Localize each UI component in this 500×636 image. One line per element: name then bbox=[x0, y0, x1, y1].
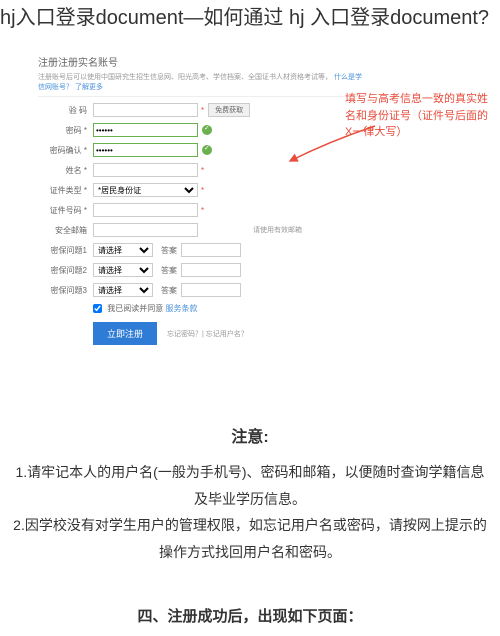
required-icon: * bbox=[201, 106, 204, 115]
verify-label: 验 码 bbox=[38, 105, 93, 116]
subtitle-link-2[interactable]: 了解更多 bbox=[75, 84, 103, 91]
idtype-label: 证件类型 * bbox=[38, 185, 93, 196]
form-card-title: 注册注册实名账号 bbox=[38, 54, 362, 72]
password-row: 密码 * bbox=[38, 123, 362, 137]
answer2-label: 答案 bbox=[161, 265, 177, 276]
answer2-input[interactable] bbox=[181, 263, 241, 277]
name-input[interactable] bbox=[93, 163, 198, 177]
agree-row: 我已阅读并同意 服务条款 bbox=[93, 303, 362, 314]
submit-row: 立即注册 忘记密码？| 忘记用户名？ bbox=[93, 322, 362, 345]
email-label: 安全邮箱 bbox=[38, 225, 93, 236]
notice-item-2: 2.因学校没有对学生用户的管理权限，如忘记用户名或密码，请按网上提示的操作方式找… bbox=[10, 512, 490, 565]
answer1-input[interactable] bbox=[181, 243, 241, 257]
sec3-label: 密保问题3 bbox=[38, 285, 93, 296]
answer3-label: 答案 bbox=[161, 285, 177, 296]
idnum-label: 证件号码 * bbox=[38, 205, 93, 216]
required-icon: * bbox=[201, 206, 204, 215]
required-icon: * bbox=[201, 186, 204, 195]
notice-section: 注意: 1.请牢记本人的用户名(一般为手机号)、密码和邮箱，以便随时查询学籍信息… bbox=[0, 423, 500, 565]
sec2-select[interactable]: 请选择 bbox=[93, 263, 153, 277]
idnum-row: 证件号码 * * bbox=[38, 203, 362, 217]
registration-form: 注册注册实名账号 注册账号后可以使用中国研究生招生信息网、阳光高考、学信档案、全… bbox=[30, 46, 370, 353]
answer1-label: 答案 bbox=[161, 245, 177, 256]
page-title: hj入口登录document—如何通过 hj 入口登录document? bbox=[0, 0, 500, 36]
password-input[interactable] bbox=[93, 123, 198, 137]
sec2-row: 密保问题2 请选择 答案 bbox=[38, 263, 362, 277]
subtitle-text: 注册账号后可以使用中国研究生招生信息网、阳光高考、学信档案、全国证书人材资格考试… bbox=[38, 74, 332, 81]
form-card-subtitle: 注册账号后可以使用中国研究生招生信息网、阳光高考、学信档案、全国证书人材资格考试… bbox=[38, 72, 362, 97]
confirm-input[interactable] bbox=[93, 143, 198, 157]
sec1-label: 密保问题1 bbox=[38, 245, 93, 256]
sec3-row: 密保问题3 请选择 答案 bbox=[38, 283, 362, 297]
check-icon bbox=[202, 145, 212, 155]
agree-text: 我已阅读并同意 bbox=[107, 304, 163, 313]
sec3-select[interactable]: 请选择 bbox=[93, 283, 153, 297]
answer3-input[interactable] bbox=[181, 283, 241, 297]
confirm-row: 密码确认 * bbox=[38, 143, 362, 157]
notice-item-1: 1.请牢记本人的用户名(一般为手机号)、密码和邮箱，以便随时查询学籍信息及毕业学… bbox=[10, 459, 490, 512]
name-row: 姓名 * * bbox=[38, 163, 362, 177]
agree-checkbox[interactable] bbox=[93, 304, 102, 313]
idnum-input[interactable] bbox=[93, 203, 198, 217]
notice-title: 注意: bbox=[10, 423, 490, 447]
terms-link[interactable]: 服务条款 bbox=[165, 304, 197, 313]
sec1-row: 密保问题1 请选择 答案 bbox=[38, 243, 362, 257]
section-four-title: 四、注册成功后，出现如下页面： bbox=[0, 605, 500, 636]
verify-row: 验 码 * 免费获取 bbox=[38, 103, 362, 117]
confirm-label: 密码确认 * bbox=[38, 145, 93, 156]
forgot-links[interactable]: 忘记密码？| 忘记用户名？ bbox=[167, 329, 248, 339]
form-screenshot-area: 注册注册实名账号 注册账号后可以使用中国研究生招生信息网、阳光高考、学信档案、全… bbox=[0, 36, 500, 373]
email-input[interactable] bbox=[93, 223, 198, 237]
idtype-select[interactable]: *居民身份证 bbox=[93, 183, 198, 197]
required-icon: * bbox=[201, 166, 204, 175]
submit-button[interactable]: 立即注册 bbox=[93, 322, 157, 345]
check-icon bbox=[202, 125, 212, 135]
email-hint: 请使用有效邮箱 bbox=[202, 225, 302, 235]
idtype-row: 证件类型 * *居民身份证 * bbox=[38, 183, 362, 197]
annotation-text: 填写与高考信息一致的真实姓名和身份证号（证件号后面的X一律大写） bbox=[345, 91, 490, 141]
email-row: 安全邮箱 请使用有效邮箱 bbox=[38, 223, 362, 237]
get-code-button[interactable]: 免费获取 bbox=[208, 103, 250, 117]
sec2-label: 密保问题2 bbox=[38, 265, 93, 276]
verify-input[interactable] bbox=[93, 103, 198, 117]
password-label: 密码 * bbox=[38, 125, 93, 136]
name-label: 姓名 * bbox=[38, 165, 93, 176]
sec1-select[interactable]: 请选择 bbox=[93, 243, 153, 257]
